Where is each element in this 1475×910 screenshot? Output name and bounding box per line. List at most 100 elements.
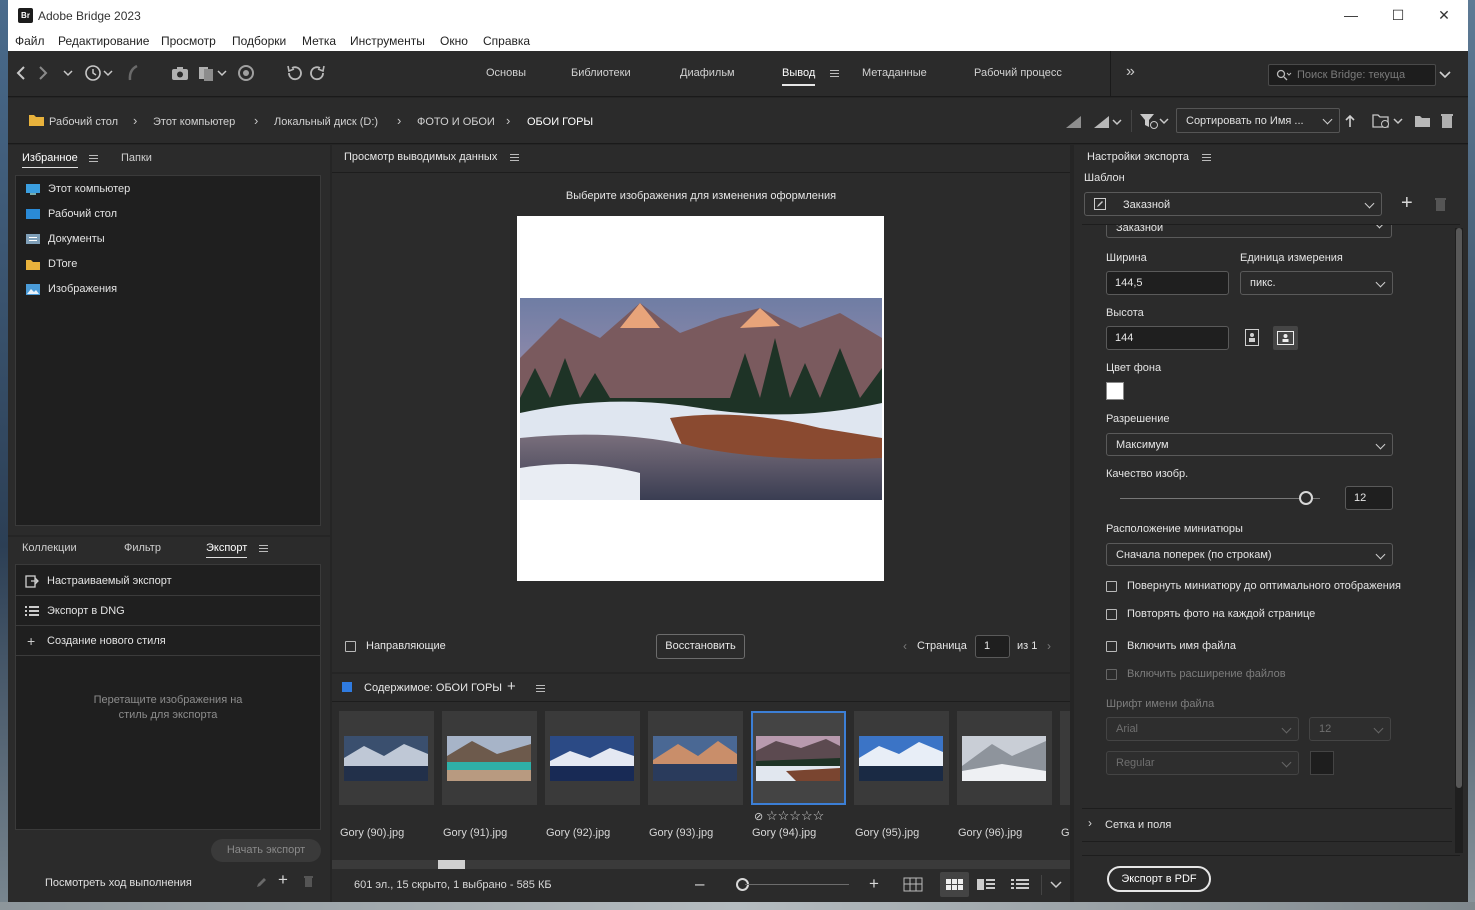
rotate-right-icon[interactable] [309, 64, 327, 82]
history-dropdown-icon[interactable] [62, 68, 74, 78]
thumbnail-gory-94-selected[interactable] [751, 711, 846, 805]
tab-filter[interactable]: Фильтр [124, 542, 161, 554]
guides-checkbox[interactable] [345, 641, 356, 652]
more-workspaces-icon[interactable]: » [1126, 63, 1135, 81]
resolution-dropdown[interactable]: Максимум [1106, 433, 1393, 456]
list-view-icon[interactable] [1011, 879, 1029, 890]
breadcrumb-local-disk[interactable]: Локальный диск (D:) [274, 116, 378, 128]
thumbnail-gory-96[interactable] [957, 711, 1052, 805]
export-preset-new-style[interactable]: + Создание нового стиля [16, 626, 320, 656]
workspace-essentials[interactable]: Основы [486, 67, 526, 79]
view-options-chevron-icon[interactable] [1050, 880, 1062, 889]
menu-window[interactable]: Окно [440, 34, 468, 48]
search-options-chevron-icon[interactable] [1438, 69, 1452, 81]
unit-dropdown[interactable]: пикс. [1240, 271, 1393, 295]
view-progress-link[interactable]: Посмотреть ход выполнения [45, 877, 192, 889]
menu-stacks[interactable]: Подборки [232, 34, 286, 48]
settings-scrollbar-thumb[interactable] [1456, 228, 1462, 788]
minimize-icon[interactable]: — [1336, 4, 1366, 26]
tab-export[interactable]: Экспорт [206, 542, 248, 558]
close-icon[interactable]: ✕ [1429, 4, 1459, 26]
photo-downloader-icon[interactable] [237, 64, 255, 82]
reject-icon[interactable]: ⊘ [754, 810, 763, 823]
add-preset-icon[interactable]: + [278, 870, 288, 890]
export-settings-menu-icon[interactable] [1202, 154, 1211, 161]
export-preset-dng[interactable]: Экспорт в DNG [16, 596, 320, 626]
thumbnail-gory-92[interactable] [545, 711, 640, 805]
recent-files-icon[interactable] [84, 63, 116, 83]
font-size-dropdown[interactable]: 12 [1309, 717, 1391, 741]
thumbnail-layout-dropdown[interactable]: Сначала поперек (по строкам) [1106, 543, 1393, 566]
menu-file[interactable]: Файл [15, 34, 45, 48]
chevron-right-icon[interactable]: › [1088, 816, 1092, 830]
font-style-dropdown[interactable]: Regular [1106, 751, 1299, 775]
repeat-photo-checkbox[interactable] [1106, 609, 1117, 620]
workspace-filmstrip[interactable]: Диафильм [680, 67, 735, 79]
menu-view[interactable]: Просмотр [161, 34, 216, 48]
edit-icon[interactable] [255, 875, 267, 889]
breadcrumb-photos[interactable]: ФОТО И ОБОИ [417, 116, 495, 128]
background-color-swatch[interactable] [1106, 382, 1124, 400]
rotate-thumbnail-checkbox[interactable] [1106, 581, 1117, 592]
breadcrumb-current-folder[interactable]: ОБОИ ГОРЫ [527, 116, 593, 128]
include-filename-checkbox[interactable] [1106, 641, 1117, 652]
favorite-item-desktop[interactable]: Рабочий стол [26, 208, 117, 220]
favorite-item-this-pc[interactable]: Этот компьютер [26, 183, 130, 195]
breadcrumb-desktop[interactable]: Рабочий стол [49, 116, 118, 128]
add-template-icon[interactable]: + [1401, 192, 1413, 215]
export-menu-icon[interactable] [259, 545, 268, 552]
export-to-pdf-button[interactable]: Экспорт в PDF [1107, 866, 1211, 892]
details-view-icon[interactable] [977, 879, 995, 890]
thumbnail-gory-90[interactable] [339, 711, 434, 805]
quality-slider-track[interactable] [1120, 498, 1320, 499]
maximize-icon[interactable]: ☐ [1383, 4, 1413, 26]
search-field[interactable]: Поиск Bridge: текуща [1268, 64, 1436, 86]
export-preset-custom[interactable]: Настраиваемый экспорт [16, 566, 320, 596]
add-to-favorites-icon[interactable]: + [507, 678, 516, 695]
height-input[interactable]: 144 [1106, 326, 1229, 350]
boomerang-icon[interactable] [126, 64, 140, 82]
delete-template-icon[interactable] [1434, 196, 1447, 212]
delete-preset-icon[interactable] [303, 875, 314, 888]
thumbnail-gory-95[interactable] [854, 711, 949, 805]
menu-help[interactable]: Справка [483, 34, 530, 48]
output-preview-menu-icon[interactable] [510, 154, 519, 161]
tab-favorites[interactable]: Избранное [22, 152, 78, 168]
thumbnail-gory-partial[interactable] [1060, 711, 1070, 805]
favorite-item-pictures[interactable]: Изображения [26, 283, 117, 295]
favorite-item-documents[interactable]: Документы [26, 233, 105, 245]
camera-import-icon[interactable] [171, 64, 191, 82]
sort-dropdown[interactable]: Сортировать по Имя ... [1176, 108, 1340, 133]
previous-page-icon[interactable]: ‹ [903, 639, 907, 653]
menu-label[interactable]: Метка [302, 34, 336, 48]
page-number-input[interactable]: 1 [975, 635, 1010, 658]
forward-icon[interactable] [36, 65, 50, 81]
thumbnail-gory-93[interactable] [648, 711, 743, 805]
next-page-icon[interactable]: › [1047, 639, 1051, 653]
width-input[interactable]: 144,5 [1106, 271, 1229, 295]
start-export-button[interactable]: Начать экспорт [211, 839, 321, 862]
breadcrumb-this-pc[interactable]: Этот компьютер [153, 116, 235, 128]
filmstrip-scrollbar-thumb[interactable] [438, 860, 465, 869]
recent-folders-icon[interactable] [1372, 112, 1406, 130]
portrait-orientation-icon[interactable] [1244, 329, 1260, 346]
thumbnail-view-button[interactable] [940, 872, 969, 897]
refine-icon[interactable] [198, 64, 230, 82]
rotate-left-icon[interactable] [285, 64, 303, 82]
zoom-out-icon[interactable]: – [695, 874, 704, 894]
grid-and-margins-section[interactable]: Сетка и поля [1105, 819, 1171, 831]
zoom-in-icon[interactable]: + [869, 874, 879, 894]
partial-dropdown[interactable]: Заказной [1106, 225, 1392, 238]
landscape-orientation-button[interactable] [1273, 326, 1298, 350]
menu-edit[interactable]: Редактирование [58, 34, 149, 48]
favorites-menu-icon[interactable] [89, 155, 98, 162]
include-extension-checkbox[interactable] [1106, 669, 1117, 680]
font-family-dropdown[interactable]: Arial [1106, 717, 1299, 741]
content-menu-icon[interactable] [536, 685, 545, 692]
workspace-output[interactable]: Вывод [782, 67, 816, 86]
rating-stars[interactable]: ☆☆☆☆☆ [766, 808, 824, 824]
sort-ascending-icon[interactable] [1344, 114, 1356, 128]
quality-slider-handle[interactable] [1299, 491, 1313, 505]
zoom-slider-track[interactable] [745, 884, 849, 885]
font-color-swatch[interactable] [1310, 751, 1334, 775]
